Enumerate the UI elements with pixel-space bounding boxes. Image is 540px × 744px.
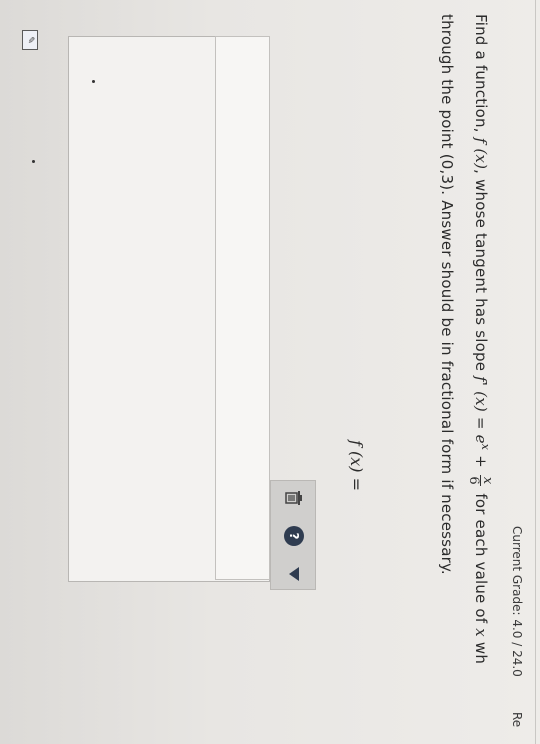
report-link[interactable]: Re: [510, 712, 524, 727]
sidebar-tool-icon[interactable]: ✎: [22, 30, 38, 50]
question-text: Find a function, f (x), whose tangent ha…: [430, 14, 502, 744]
screen-speck: [92, 80, 95, 83]
help-icon[interactable]: ?: [283, 525, 305, 547]
triangle-down-icon[interactable]: [283, 563, 305, 585]
question-line-2: through the point (0,3). Answer should b…: [438, 14, 456, 575]
question-line-1: Find a function, f (x), whose tangent ha…: [466, 14, 495, 665]
page-background: Current Grade: 4.0 / 24.0 Re ✎ Find a fu…: [0, 0, 540, 744]
answer-label: f (x) =: [347, 440, 366, 492]
derivative-symbol: f' (x): [472, 376, 490, 412]
current-grade: Current Grade: 4.0 / 24.0: [510, 526, 524, 677]
trash-icon[interactable]: [283, 487, 305, 509]
answer-toolbar: ?: [270, 480, 316, 590]
screen-speck: [32, 160, 35, 163]
fraction: x6: [466, 474, 495, 487]
problem-screen: Current Grade: 4.0 / 24.0 Re ✎ Find a fu…: [0, 0, 540, 744]
answer-input[interactable]: [215, 36, 270, 580]
divider: [535, 0, 536, 744]
function-symbol: f (x): [472, 137, 490, 170]
